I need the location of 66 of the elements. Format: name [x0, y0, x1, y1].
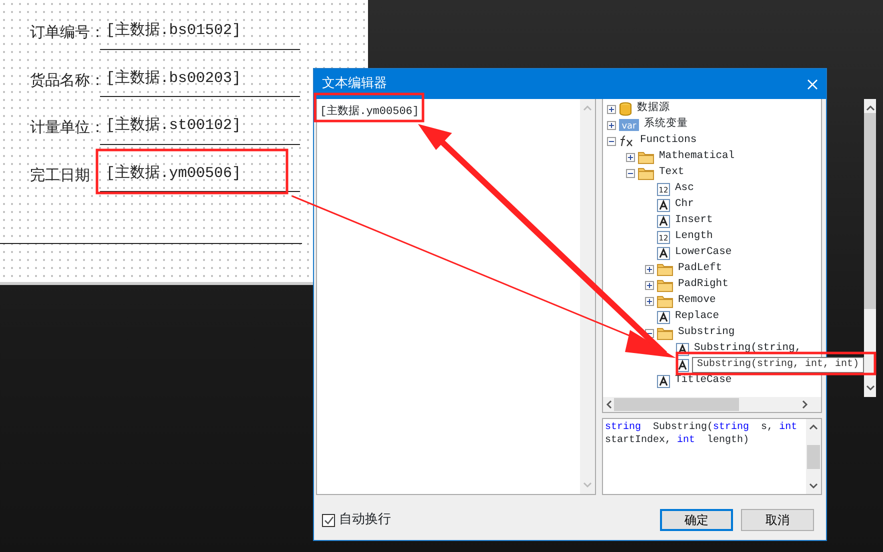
- database-icon: [619, 102, 632, 116]
- tree-item[interactable]: Substring(string,: [692, 341, 804, 357]
- field-value: [主数据.ym00506]: [100, 162, 300, 192]
- letter-icon: [657, 310, 670, 324]
- tree-item[interactable]: Chr: [673, 197, 696, 213]
- folder-icon: [657, 278, 673, 292]
- tree-item[interactable]: TitleCase: [673, 373, 734, 389]
- scroll-down-icon[interactable]: [809, 483, 818, 489]
- checkbox[interactable]: [322, 514, 335, 526]
- expand-icon[interactable]: [626, 152, 635, 162]
- folder-icon: [657, 294, 673, 308]
- cancel-button[interactable]: 取消: [741, 509, 814, 531]
- editor-text: [主数据.ym00506]: [320, 104, 420, 120]
- field-label: 计量单位：: [30, 117, 100, 138]
- tree-item[interactable]: LowerCase: [673, 245, 734, 261]
- scroll-up-icon[interactable]: [809, 424, 818, 430]
- checkbox-label: 自动换行: [339, 511, 391, 530]
- letter-icon: [657, 214, 670, 228]
- scroll-down-icon[interactable]: [866, 385, 875, 391]
- scroll-up-icon[interactable]: [866, 105, 875, 111]
- tree-item[interactable]: Substring(string, int, int): [692, 357, 864, 373]
- scroll-left-icon[interactable]: [606, 400, 612, 409]
- tree-item[interactable]: Replace: [673, 309, 722, 325]
- field-label: 订单编号：: [30, 22, 100, 43]
- expression-editor[interactable]: [主数据.ym00506]: [316, 99, 596, 495]
- expand-icon[interactable]: [607, 104, 616, 114]
- function-signature: string Substring(string s, int startIndex, int length): [604, 420, 798, 448]
- tree-item[interactable]: Asc: [673, 181, 696, 197]
- window-title: 文本编辑器: [322, 75, 387, 94]
- horizontal-scrollbar[interactable]: [603, 397, 821, 412]
- field-value: [主数据.st00102]: [100, 115, 300, 144]
- tree-item[interactable]: 系统变量: [642, 117, 690, 133]
- tree-item[interactable]: Substring: [676, 325, 737, 341]
- scroll-right-icon[interactable]: [802, 400, 808, 409]
- tree-item[interactable]: 数据源: [635, 101, 672, 117]
- expand-icon[interactable]: [645, 280, 654, 290]
- expand-icon[interactable]: [607, 120, 616, 130]
- tree-item[interactable]: Insert: [673, 213, 715, 229]
- variable-icon: var: [619, 119, 639, 131]
- field-value: [主数据.bs01502]: [100, 20, 300, 50]
- field-label: 完工日期: [30, 164, 91, 186]
- expand-icon[interactable]: [645, 264, 654, 274]
- expand-icon[interactable]: [645, 296, 654, 306]
- tree-item[interactable]: Remove: [676, 293, 718, 309]
- tree-item[interactable]: Mathematical: [657, 149, 737, 165]
- tree-item[interactable]: PadLeft: [676, 261, 724, 277]
- tree-item[interactable]: Length: [673, 229, 715, 245]
- collapse-icon[interactable]: [607, 136, 616, 146]
- letter-icon: [657, 374, 670, 388]
- tree-item[interactable]: Functions: [638, 133, 699, 149]
- tree-item[interactable]: Text: [657, 165, 686, 181]
- scrollbar[interactable]: [806, 419, 821, 494]
- field-value: [主数据.bs00203]: [100, 68, 300, 97]
- field-label: 货品名称：: [30, 70, 100, 90]
- letter-icon: [657, 198, 670, 212]
- folder-icon: [657, 326, 673, 340]
- scrollbar[interactable]: [864, 99, 876, 397]
- tree-item[interactable]: PadRight: [676, 277, 730, 293]
- close-icon[interactable]: [807, 78, 818, 90]
- function-icon: [619, 135, 635, 147]
- letter-icon: [657, 246, 670, 260]
- folder-icon: [638, 166, 654, 180]
- folder-icon: [657, 262, 673, 276]
- ok-button[interactable]: 确定: [660, 509, 733, 531]
- collapse-icon[interactable]: [626, 168, 635, 178]
- folder-icon: [638, 150, 654, 164]
